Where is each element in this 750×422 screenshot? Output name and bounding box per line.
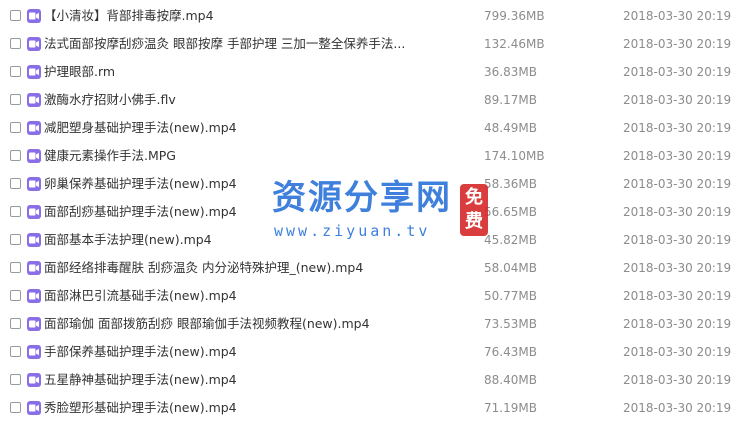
file-row[interactable]: 减肥塑身基础护理手法(new).mp4 48.49MB 2018-03-30 20:… — [0, 114, 750, 142]
file-date: 2018-03-30 20:19 — [623, 289, 732, 303]
file-name[interactable]: 秀脸塑形基础护理手法(new).mp4 — [44, 394, 237, 422]
file-row[interactable]: 卵巢保养基础护理手法(new).mp4 58.36MB 2018-03-30 20:… — [0, 170, 750, 198]
video-icon — [27, 177, 41, 191]
file-size: 36.83MB — [484, 65, 537, 79]
file-list: 【小清妆】背部排毒按摩.mp4 799.36MB 2018-03-30 20:19 法… — [0, 0, 750, 422]
file-row-checkbox[interactable] — [10, 374, 21, 385]
video-icon — [27, 289, 41, 303]
video-icon — [27, 401, 41, 415]
file-row-checkbox[interactable] — [10, 10, 21, 21]
video-icon — [27, 149, 41, 163]
video-icon — [27, 9, 41, 23]
file-name[interactable]: 法式面部按摩刮痧温灸 眼部按摩 手部护理 三加一整全保养手法... — [44, 30, 405, 58]
file-name[interactable]: 面部基本手法护理(new).mp4 — [44, 226, 212, 254]
file-date: 2018-03-30 20:19 — [623, 177, 732, 191]
file-row-checkbox[interactable] — [10, 318, 21, 329]
file-row-checkbox[interactable] — [10, 206, 21, 217]
file-date: 2018-03-30 20:19 — [623, 149, 732, 163]
file-row[interactable]: 面部基本手法护理(new).mp4 45.82MB 2018-03-30 20:19 — [0, 226, 750, 254]
video-icon — [27, 205, 41, 219]
file-row-checkbox[interactable] — [10, 178, 21, 189]
video-icon — [27, 373, 41, 387]
file-row[interactable]: 护理眼部.rm 36.83MB 2018-03-30 20:19 — [0, 58, 750, 86]
video-icon — [27, 345, 41, 359]
file-size: 89.17MB — [484, 93, 537, 107]
file-name[interactable]: 激酶水疗招财小佛手.flv — [44, 86, 176, 114]
video-icon — [27, 121, 41, 135]
file-size: 174.10MB — [484, 149, 545, 163]
file-size: 73.53MB — [484, 317, 537, 331]
file-date: 2018-03-30 20:19 — [623, 345, 732, 359]
video-icon — [27, 233, 41, 247]
file-size: 71.19MB — [484, 401, 537, 415]
file-date: 2018-03-30 20:19 — [623, 205, 732, 219]
file-row-checkbox[interactable] — [10, 66, 21, 77]
file-size: 76.43MB — [484, 345, 537, 359]
video-icon — [27, 317, 41, 331]
file-date: 2018-03-30 20:19 — [623, 317, 732, 331]
file-size: 56.65MB — [484, 205, 537, 219]
file-name[interactable]: 手部保养基础护理手法(new).mp4 — [44, 338, 237, 366]
file-row[interactable]: 五星静神基础护理手法(new).mp4 88.40MB 2018-03-30 20:… — [0, 366, 750, 394]
file-date: 2018-03-30 20:19 — [623, 65, 732, 79]
file-size: 45.82MB — [484, 233, 537, 247]
file-name[interactable]: 卵巢保养基础护理手法(new).mp4 — [44, 170, 237, 198]
file-row-checkbox[interactable] — [10, 262, 21, 273]
file-row[interactable]: 手部保养基础护理手法(new).mp4 76.43MB 2018-03-30 20:… — [0, 338, 750, 366]
video-icon — [27, 37, 41, 51]
file-size: 48.49MB — [484, 121, 537, 135]
file-row[interactable]: 法式面部按摩刮痧温灸 眼部按摩 手部护理 三加一整全保养手法... 132.46M… — [0, 30, 750, 58]
file-row-checkbox[interactable] — [10, 402, 21, 413]
video-icon — [27, 93, 41, 107]
file-row-checkbox[interactable] — [10, 346, 21, 357]
file-date: 2018-03-30 20:19 — [623, 233, 732, 247]
file-name[interactable]: 面部刮痧基础护理手法(new).mp4 — [44, 198, 237, 226]
file-name[interactable]: 减肥塑身基础护理手法(new).mp4 — [44, 114, 237, 142]
file-name[interactable]: 【小清妆】背部排毒按摩.mp4 — [44, 2, 214, 30]
file-name[interactable]: 面部经络排毒醒肤 刮痧温灸 内分泌特殊护理_(new).mp4 — [44, 254, 363, 282]
file-size: 58.36MB — [484, 177, 537, 191]
file-date: 2018-03-30 20:19 — [623, 37, 732, 51]
file-row-checkbox[interactable] — [10, 94, 21, 105]
file-name[interactable]: 面部淋巴引流基础手法(new).mp4 — [44, 282, 237, 310]
file-row[interactable]: 秀脸塑形基础护理手法(new).mp4 71.19MB 2018-03-30 20:… — [0, 394, 750, 422]
file-row[interactable]: 面部瑜伽 面部拨筋刮痧 眼部瑜伽手法视频教程(new).mp4 73.53MB 20… — [0, 310, 750, 338]
file-size: 88.40MB — [484, 373, 537, 387]
file-name[interactable]: 五星静神基础护理手法(new).mp4 — [44, 366, 237, 394]
file-date: 2018-03-30 20:19 — [623, 401, 732, 415]
file-row[interactable]: 面部经络排毒醒肤 刮痧温灸 内分泌特殊护理_(new).mp4 58.04MB 20… — [0, 254, 750, 282]
file-row[interactable]: 激酶水疗招财小佛手.flv 89.17MB 2018-03-30 20:19 — [0, 86, 750, 114]
file-date: 2018-03-30 20:19 — [623, 121, 732, 135]
video-icon — [27, 65, 41, 79]
file-row[interactable]: 健康元素操作手法.MPG 174.10MB 2018-03-30 20:19 — [0, 142, 750, 170]
file-date: 2018-03-30 20:19 — [623, 9, 732, 23]
file-row-checkbox[interactable] — [10, 290, 21, 301]
file-row-checkbox[interactable] — [10, 150, 21, 161]
file-size: 50.77MB — [484, 289, 537, 303]
file-size: 132.46MB — [484, 37, 545, 51]
file-date: 2018-03-30 20:19 — [623, 261, 732, 275]
file-name[interactable]: 护理眼部.rm — [44, 58, 115, 86]
file-name[interactable]: 面部瑜伽 面部拨筋刮痧 眼部瑜伽手法视频教程(new).mp4 — [44, 310, 370, 338]
file-row-checkbox[interactable] — [10, 122, 21, 133]
file-size: 58.04MB — [484, 261, 537, 275]
file-row-checkbox[interactable] — [10, 234, 21, 245]
file-row-checkbox[interactable] — [10, 38, 21, 49]
file-date: 2018-03-30 20:19 — [623, 93, 732, 107]
file-size: 799.36MB — [484, 9, 545, 23]
video-icon — [27, 261, 41, 275]
file-row[interactable]: 面部刮痧基础护理手法(new).mp4 56.65MB 2018-03-30 20:… — [0, 198, 750, 226]
file-date: 2018-03-30 20:19 — [623, 373, 732, 387]
file-row[interactable]: 面部淋巴引流基础手法(new).mp4 50.77MB 2018-03-30 20:… — [0, 282, 750, 310]
file-row[interactable]: 【小清妆】背部排毒按摩.mp4 799.36MB 2018-03-30 20:19 — [0, 2, 750, 30]
file-name[interactable]: 健康元素操作手法.MPG — [44, 142, 176, 170]
